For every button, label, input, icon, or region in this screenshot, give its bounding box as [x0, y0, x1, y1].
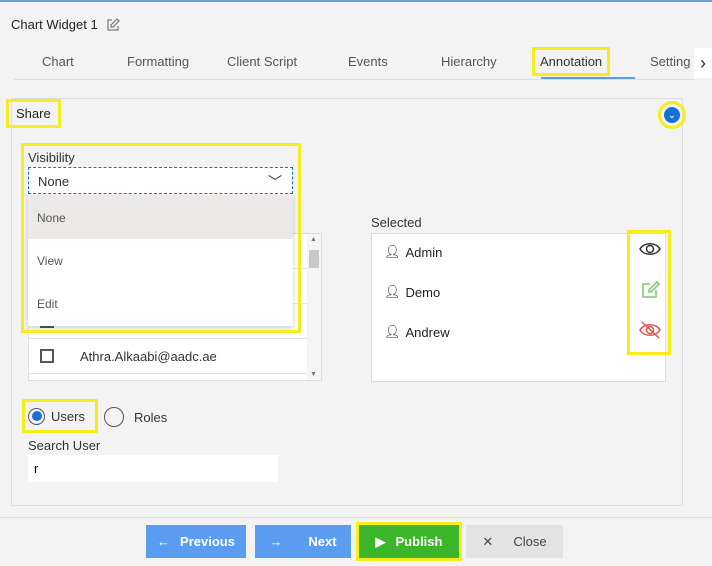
title-text: Chart Widget 1 [11, 17, 98, 32]
scrollbar[interactable]: ▲ ▼ [307, 234, 321, 380]
selected-label: Selected [371, 215, 422, 230]
edit-icon[interactable] [641, 281, 661, 299]
eye-icon[interactable] [639, 241, 661, 257]
button-label: Previous [180, 534, 235, 549]
radio-label: Users [51, 408, 85, 424]
option-view[interactable]: View [28, 239, 293, 282]
divider [0, 517, 712, 518]
button-label: Publish [395, 534, 443, 549]
chevron-right-icon[interactable]: › [694, 48, 712, 78]
tab-formatting[interactable]: Formatting [127, 54, 189, 69]
visibility-value: None [38, 174, 70, 189]
previous-button[interactable]: ← Previous [146, 525, 246, 558]
button-label: Close [513, 534, 547, 549]
selected-user[interactable]: 👤︎ Admin [384, 244, 442, 260]
eye-off-icon[interactable] [639, 321, 661, 339]
arrow-left-icon: ← [157, 534, 171, 549]
radio-users[interactable]: Users [22, 399, 98, 433]
tab-chart[interactable]: Chart [42, 54, 74, 69]
radio-button[interactable] [104, 407, 124, 427]
visibility-select[interactable]: None ﹀ [28, 167, 293, 194]
chevron-down-circle-icon[interactable]: ⌄ [658, 101, 686, 129]
close-icon: ✕ [482, 533, 494, 549]
tab-setting[interactable]: Setting [650, 54, 696, 69]
tab-hierarchy[interactable]: Hierarchy [441, 54, 497, 69]
checkbox[interactable] [40, 349, 54, 363]
active-tab-indicator [541, 77, 635, 79]
radio-button[interactable] [28, 407, 45, 425]
user-icon: 👤︎ [384, 324, 401, 339]
search-user-input[interactable] [28, 455, 278, 482]
user-name: Admin [405, 244, 443, 260]
play-icon: ▶ [375, 533, 386, 549]
pencil-square-icon[interactable] [106, 17, 120, 32]
button-label: Next [308, 534, 337, 549]
tab-client-script[interactable]: Client Script [227, 54, 297, 69]
user-icon: 👤︎ [384, 244, 401, 259]
share-header[interactable]: Share [6, 99, 61, 128]
list-item[interactable]: Athra.Alkaabi@aadc.ae [29, 339, 307, 374]
tab-events[interactable]: Events [348, 54, 388, 69]
radio-roles[interactable]: Roles [104, 407, 167, 427]
permission-icons [627, 230, 671, 355]
search-user-label: Search User [28, 438, 101, 453]
publish-button[interactable]: ▶ Publish [356, 522, 462, 561]
option-edit[interactable]: Edit [28, 282, 293, 325]
tab-annotation[interactable]: Annotation [531, 47, 611, 76]
widget-title: Chart Widget 1 [11, 17, 120, 32]
selected-user[interactable]: 👤︎ Demo [384, 284, 440, 300]
radio-label: Roles [134, 409, 168, 425]
visibility-label: Visibility [28, 150, 75, 165]
visibility-dropdown: None View Edit [28, 196, 293, 326]
next-button[interactable]: → Next [255, 525, 351, 558]
tab-bar: Chart Formatting Client Script Events Hi… [14, 47, 696, 80]
user-name: Athra.Alkaabi@aadc.ae [80, 348, 217, 364]
chevron-down-icon: ﹀ [268, 174, 282, 190]
option-none[interactable]: None [28, 196, 293, 239]
user-name: Demo [405, 284, 441, 300]
selected-users-list: 👤︎ Admin 👤︎ Demo 👤︎ Andrew [371, 233, 666, 382]
selected-user[interactable]: 👤︎ Andrew [384, 324, 450, 340]
close-button[interactable]: ✕ Close [466, 525, 563, 558]
arrow-right-icon: → [269, 534, 283, 549]
user-icon: 👤︎ [384, 284, 401, 299]
user-name: Andrew [405, 324, 450, 340]
